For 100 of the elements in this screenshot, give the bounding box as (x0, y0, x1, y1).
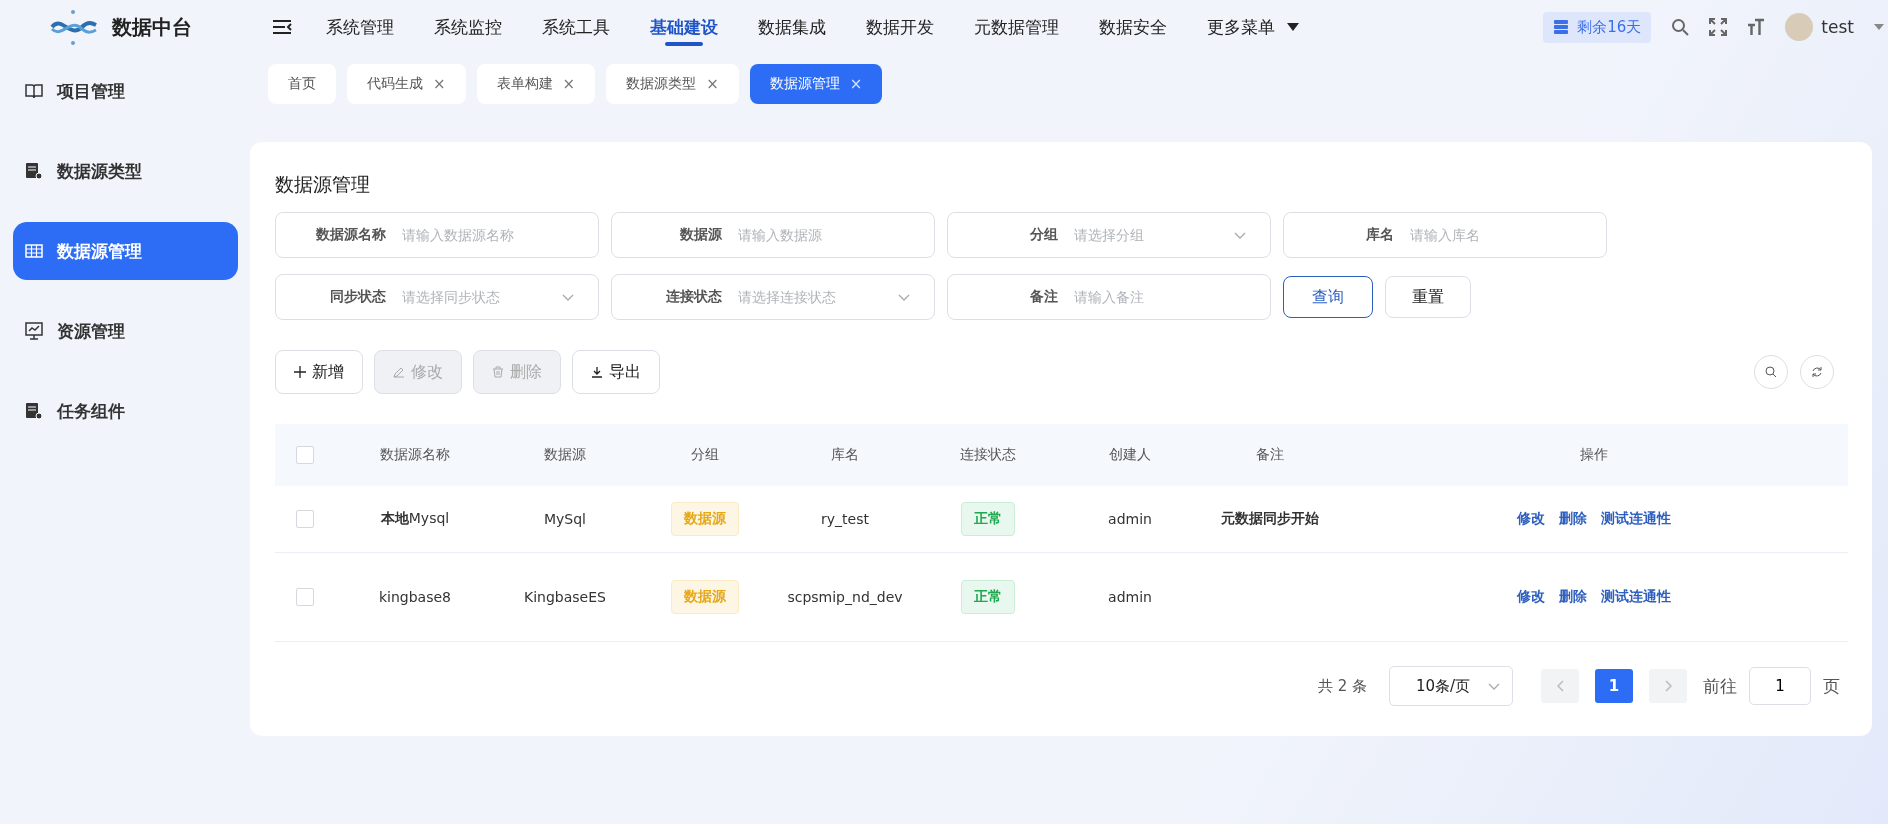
sidebar-item[interactable]: 数据源类型 (13, 142, 238, 200)
nav-menu-item[interactable]: 系统工具 (526, 0, 634, 54)
nav-menu-item[interactable]: 数据开发 (850, 0, 958, 54)
filter-label: 连接状态 (665, 288, 722, 306)
search-button[interactable]: 查询 (1283, 276, 1373, 318)
font-size-icon[interactable] (1747, 18, 1766, 36)
reset-button[interactable]: 重置 (1385, 276, 1471, 318)
brand-name: 数据中台 (112, 13, 192, 41)
status-tag: 正常 (960, 580, 1015, 614)
close-icon[interactable]: × (849, 75, 863, 93)
action-link[interactable]: 修改 (1517, 588, 1545, 606)
prev-page-button[interactable] (1541, 669, 1579, 703)
nav-menu-item[interactable]: 基础建设 (634, 0, 742, 54)
page-number[interactable]: 1 (1595, 669, 1633, 703)
trash-icon (492, 366, 504, 378)
select-all-checkbox[interactable] (296, 446, 314, 464)
chevron-down-icon (1488, 682, 1500, 690)
close-icon[interactable]: × (706, 75, 719, 93)
more-menu[interactable]: 更多菜单 (1191, 0, 1323, 54)
close-icon[interactable]: × (433, 75, 446, 93)
goto-label: 前往 (1703, 674, 1737, 698)
table-cell: ry_test (775, 486, 915, 553)
table-cell: 本地Mysql (335, 486, 495, 553)
search-icon (1765, 366, 1777, 378)
page-tab[interactable]: 数据源管理 × (749, 64, 883, 104)
toolbar-button[interactable]: 新增 (275, 350, 363, 394)
chevron-down-icon (562, 293, 574, 301)
nav-menu-item[interactable]: 数据集成 (742, 0, 850, 54)
menu-toggle-icon[interactable] (272, 19, 292, 35)
page-unit: 页 (1823, 674, 1840, 698)
close-icon[interactable]: × (562, 75, 576, 93)
goto-page-input[interactable]: 1 (1749, 667, 1811, 705)
logo-icon (48, 7, 98, 47)
group-tag: 数据源 (671, 502, 739, 536)
nav-menu-item[interactable]: 数据安全 (1083, 0, 1191, 54)
table-icon (25, 243, 43, 259)
action-link[interactable]: 删除 (1559, 588, 1587, 606)
row-checkbox[interactable] (296, 588, 314, 606)
page-tab[interactable]: 表单构建 × (476, 64, 596, 104)
pencil-icon (393, 366, 405, 378)
monitor-icon (25, 322, 43, 340)
caret-icon (1874, 24, 1884, 30)
column-header: 数据源 (495, 424, 635, 486)
page-tab[interactable]: 代码生成 × (347, 64, 466, 104)
page-title: 数据源管理 (275, 172, 371, 197)
sidebar-item[interactable]: 资源管理 (13, 302, 238, 360)
fullscreen-icon[interactable] (1709, 18, 1728, 36)
action-link[interactable]: 测试连通性 (1601, 588, 1671, 606)
server-icon (1553, 19, 1570, 35)
filter-label: 数据源 (679, 226, 722, 244)
download-icon (591, 366, 603, 378)
table-cell: KingbaseES (495, 552, 635, 642)
action-link[interactable]: 删除 (1559, 510, 1587, 528)
plus-icon (294, 366, 306, 378)
table-cell: admin (1060, 552, 1200, 642)
server-icon (25, 402, 43, 420)
page-tab[interactable]: 首页 (268, 64, 336, 104)
table-cell: scpsmip_nd_dev (775, 552, 915, 642)
sidebar-item[interactable]: 数据源管理 (13, 222, 238, 280)
book-icon (25, 83, 43, 99)
filter-label: 同步状态 (329, 288, 386, 306)
row-checkbox[interactable] (296, 510, 314, 528)
next-page-button[interactable] (1649, 669, 1687, 703)
toolbar-button[interactable]: 导出 (572, 350, 660, 394)
total-count: 共 2 条 (1317, 676, 1367, 696)
column-header: 操作 (1340, 424, 1848, 486)
table-cell: kingbase8 (335, 552, 495, 642)
table-cell: 元数据同步开始 (1200, 486, 1340, 553)
avatar[interactable] (1785, 13, 1814, 41)
chevron-down-icon (898, 293, 910, 301)
filter-label: 库名 (1365, 226, 1394, 244)
column-header: 数据源名称 (335, 424, 495, 486)
column-header: 创建人 (1060, 424, 1200, 486)
status-tag: 正常 (960, 502, 1015, 536)
action-link[interactable]: 测试连通性 (1601, 510, 1671, 528)
nav-menu-item[interactable]: 元数据管理 (958, 0, 1083, 54)
license-badge[interactable]: 剩余16天 (1543, 11, 1652, 43)
nav-menu-item[interactable]: 系统管理 (310, 0, 418, 54)
caret-icon (1287, 23, 1299, 31)
chevron-left-icon (1556, 680, 1564, 692)
page-tab[interactable]: 数据源类型 × (606, 64, 739, 104)
sidebar-item[interactable]: 项目管理 (13, 62, 238, 120)
filter-label: 分组 (1029, 226, 1058, 244)
chevron-right-icon (1664, 680, 1672, 692)
filter-label: 备注 (1029, 288, 1058, 306)
page-size-select[interactable]: 10条/页 (1389, 666, 1513, 706)
sidebar-item[interactable]: 任务组件 (13, 382, 238, 440)
column-header: 备注 (1200, 424, 1340, 486)
nav-menu-item[interactable]: 系统监控 (418, 0, 526, 54)
table-cell: admin (1060, 486, 1200, 553)
column-header: 分组 (635, 424, 775, 486)
refresh-icon (1811, 366, 1823, 378)
column-header: 库名 (775, 424, 915, 486)
column-header: 连接状态 (915, 424, 1060, 486)
group-tag: 数据源 (671, 580, 739, 614)
search-icon[interactable] (1671, 18, 1690, 36)
filter-label: 数据源名称 (315, 226, 386, 244)
user-name[interactable]: test (1821, 17, 1854, 37)
action-link[interactable]: 修改 (1517, 510, 1545, 528)
server-icon (25, 162, 43, 180)
